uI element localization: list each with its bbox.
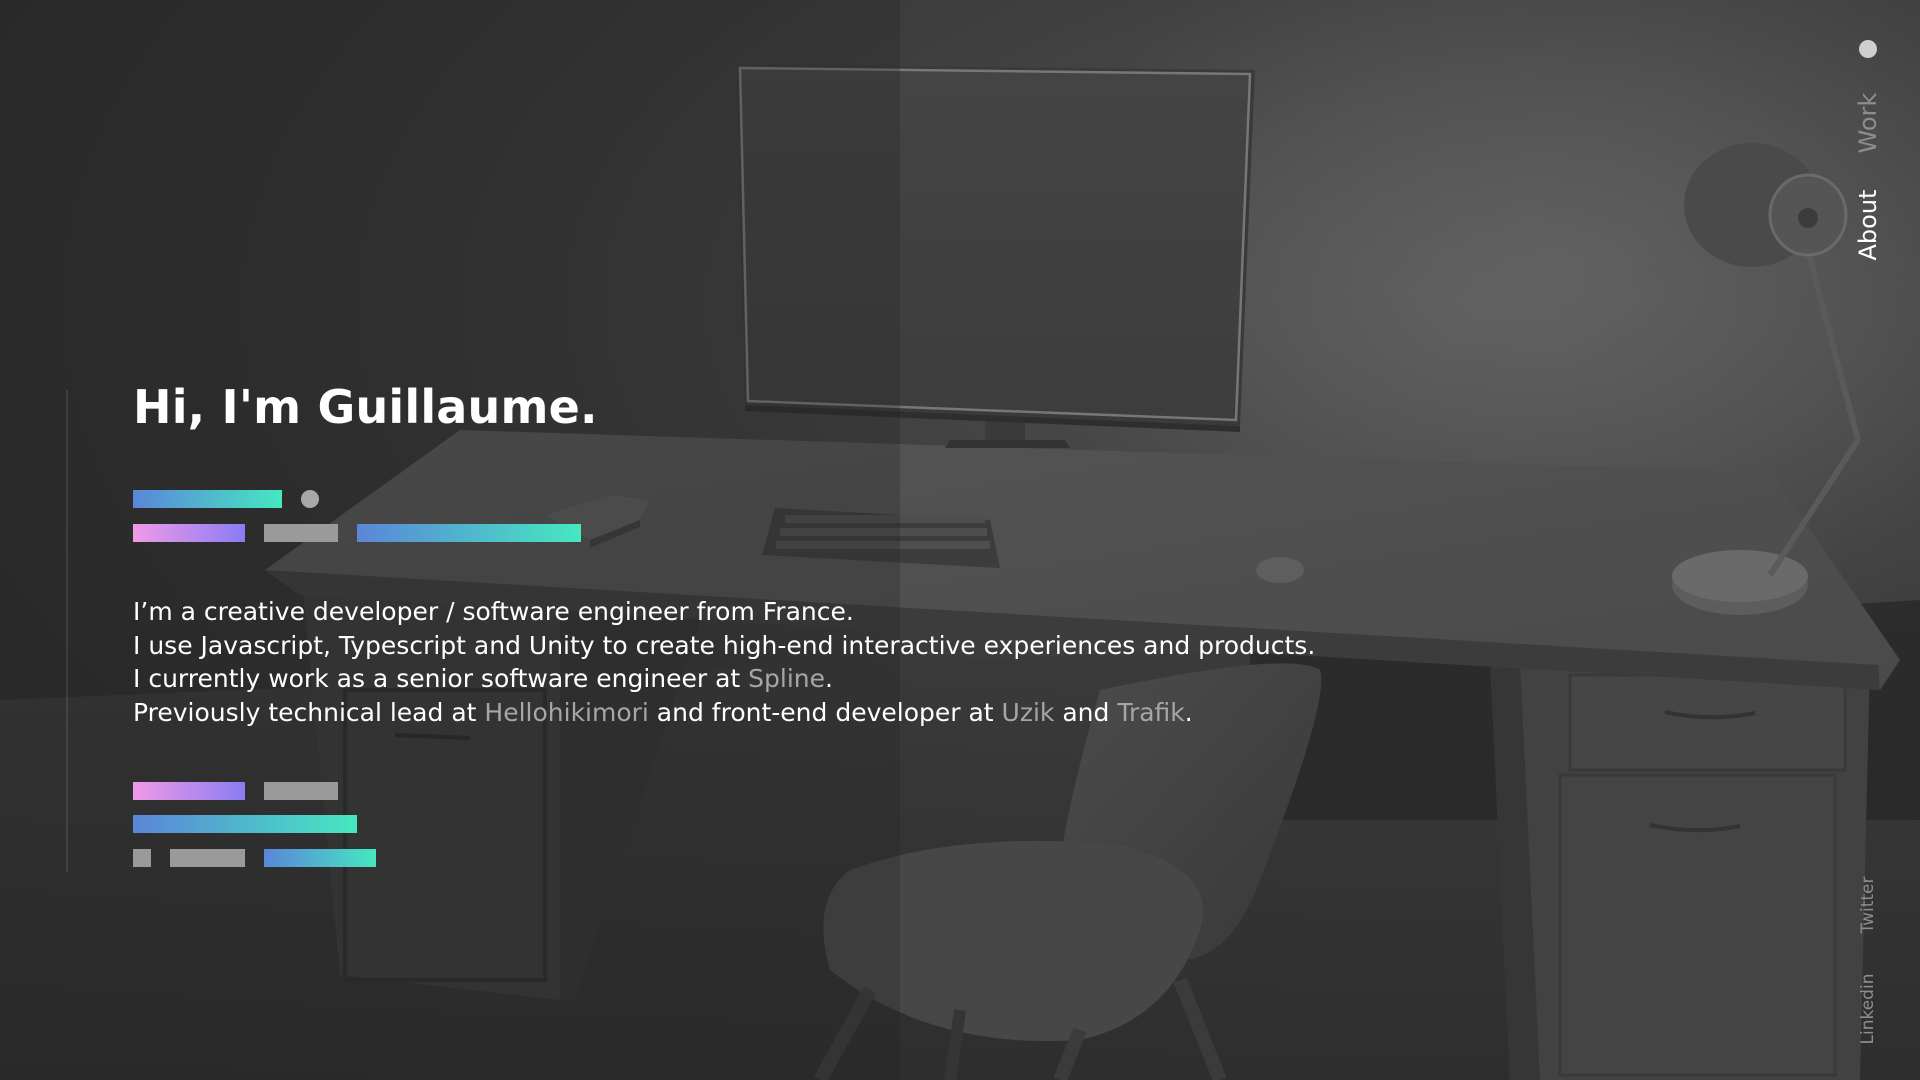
page-title: Hi, I'm Guillaume. (133, 380, 598, 434)
bio-line-text: I currently work as a senior software en… (133, 664, 749, 693)
content-divider-line (66, 390, 68, 872)
bio-line: I use Javascript, Typescript and Unity t… (133, 629, 1315, 663)
decorative-code-bar (264, 524, 338, 542)
bio-line-text: . (825, 664, 833, 693)
bio-line-text: I’m a creative developer / software engi… (133, 597, 854, 626)
bio-text: I’m a creative developer / software engi… (133, 595, 1315, 729)
spline-link[interactable]: Spline (748, 664, 825, 693)
decorative-code-bar (133, 782, 245, 800)
bio-line-text: . (1184, 697, 1193, 727)
linkedin-link[interactable]: Linkedin (1856, 971, 1880, 1047)
nav-about-link[interactable]: About (1853, 182, 1883, 268)
trafik-link[interactable]: Trafik (1117, 698, 1184, 727)
bio-line-text: and (1054, 697, 1118, 727)
decorative-code-bar (133, 490, 282, 508)
bio-line: I currently work as a senior software en… (133, 662, 1315, 696)
hellohikimori-link[interactable]: Hellohikimori (484, 698, 648, 727)
decorative-code-bar (357, 524, 581, 542)
uzik-link[interactable]: Uzik (1002, 698, 1055, 727)
bio-line-text: and front-end developer at (648, 697, 1002, 727)
bio-line-text: I use Javascript, Typescript and Unity t… (133, 630, 1316, 660)
nav-work-link[interactable]: Work (1853, 88, 1883, 158)
page: Hi, I'm Guillaume. I’m a creative develo… (0, 0, 1920, 1080)
bio-line: I’m a creative developer / software engi… (133, 595, 1315, 629)
decorative-code-bar (133, 815, 357, 833)
decorative-code-bar (133, 524, 245, 542)
decorative-code-bar (170, 849, 245, 867)
bio-line-text: Previously technical lead at (133, 697, 485, 727)
twitter-link[interactable]: Twitter (1856, 869, 1880, 941)
decorative-code-bar (133, 849, 151, 867)
bio-line: Previously technical lead at Hellohikimo… (133, 696, 1315, 730)
decorative-code-dot (301, 490, 319, 508)
decorative-code-bar (264, 849, 376, 867)
decorative-code-bar (264, 782, 338, 800)
nav-indicator-dot[interactable] (1859, 40, 1877, 58)
